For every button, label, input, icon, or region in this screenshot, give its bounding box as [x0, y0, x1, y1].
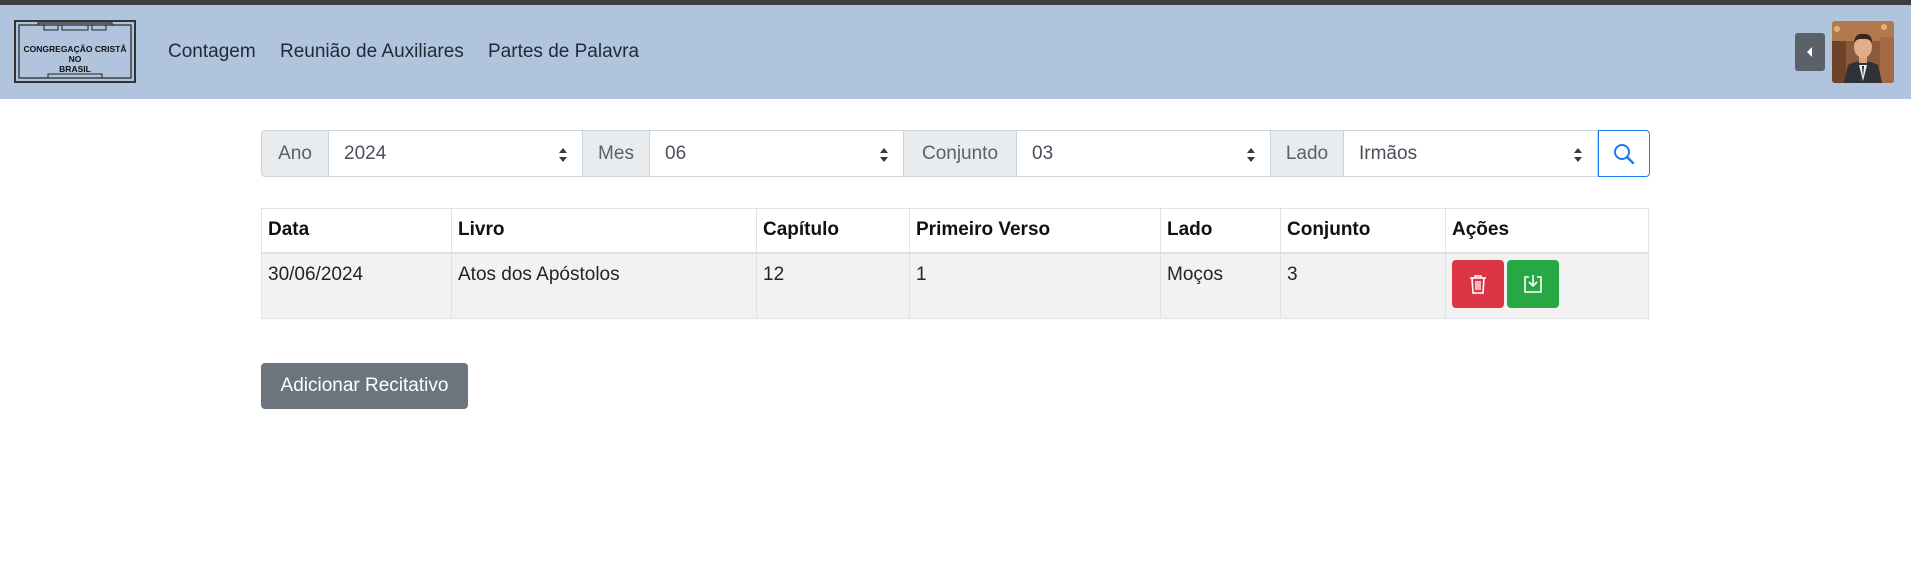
- col-header-data: Data: [261, 208, 452, 254]
- search-icon: [1614, 143, 1635, 164]
- conjunto-select-value: 03: [1032, 142, 1054, 164]
- logo[interactable]: CONGREGAÇÃO CRISTÃ NO BRASIL: [14, 20, 136, 83]
- lado-select-value: Irmãos: [1359, 142, 1418, 164]
- mes-select[interactable]: 06: [650, 130, 904, 177]
- filter-mes: Mes 06: [583, 130, 904, 177]
- recitativos-table: Data Livro Capítulo Primeiro Verso Lado …: [261, 208, 1649, 319]
- logo-line-3: BRASIL: [59, 63, 91, 74]
- filter-lado-label: Lado: [1271, 130, 1344, 177]
- select-caret-icon: [1574, 148, 1582, 162]
- select-caret-icon: [1247, 148, 1255, 162]
- filter-mes-label: Mes: [583, 130, 650, 177]
- cell-acoes: [1445, 252, 1649, 319]
- filter-ano: Ano 2024: [261, 130, 583, 177]
- table-header-row: Data Livro Capítulo Primeiro Verso Lado …: [261, 208, 1649, 254]
- cell-capitulo: 12: [756, 252, 910, 319]
- filter-conjunto: Conjunto 03: [904, 130, 1271, 177]
- cell-data: 30/06/2024: [261, 252, 452, 319]
- nav-link-reuniao-auxiliares[interactable]: Reunião de Auxiliares: [280, 41, 464, 63]
- download-button[interactable]: [1507, 259, 1559, 308]
- cell-conjunto: 3: [1280, 252, 1446, 319]
- navbar: CONGREGAÇÃO CRISTÃ NO BRASIL Contagem Re…: [0, 5, 1911, 99]
- col-header-conjunto: Conjunto: [1280, 208, 1446, 254]
- col-header-capitulo: Capítulo: [756, 208, 910, 254]
- filter-conjunto-label: Conjunto: [904, 130, 1017, 177]
- mes-select-value: 06: [665, 142, 687, 164]
- search-button[interactable]: [1598, 130, 1650, 177]
- logo-line-2: NO: [68, 53, 82, 64]
- col-header-lado: Lado: [1160, 208, 1281, 254]
- ano-select-value: 2024: [344, 142, 387, 164]
- avatar[interactable]: [1832, 21, 1894, 83]
- conjunto-select[interactable]: 03: [1017, 130, 1271, 177]
- cell-primeiro-verso: 1: [909, 252, 1161, 319]
- select-caret-icon: [880, 148, 888, 162]
- cell-livro: Atos dos Apóstolos: [451, 252, 757, 319]
- nav-link-partes-palavra[interactable]: Partes de Palavra: [488, 41, 639, 63]
- nav-link-contagem[interactable]: Contagem: [168, 41, 256, 63]
- delete-button[interactable]: [1452, 259, 1504, 308]
- cell-lado: Moços: [1160, 252, 1281, 319]
- download-icon: [1524, 274, 1542, 293]
- user-photo: [1832, 21, 1894, 83]
- filter-ano-label: Ano: [261, 130, 329, 177]
- filter-lado: Lado Irmãos: [1271, 130, 1598, 177]
- ano-select[interactable]: 2024: [329, 130, 583, 177]
- col-header-acoes: Ações: [1445, 208, 1649, 254]
- col-header-livro: Livro: [451, 208, 757, 254]
- col-header-primeiro-verso: Primeiro Verso: [909, 208, 1161, 254]
- trash-icon: [1470, 274, 1486, 294]
- lado-select[interactable]: Irmãos: [1344, 130, 1598, 177]
- add-recitativo-button[interactable]: Adicionar Recitativo: [261, 363, 468, 409]
- logo-text: CONGREGAÇÃO CRISTÃ NO BRASIL: [20, 44, 130, 74]
- select-caret-icon: [559, 148, 567, 162]
- sidebar-toggle-button[interactable]: [1795, 33, 1825, 71]
- table-row: 30/06/2024 Atos dos Apóstolos 12 1 Moços…: [261, 252, 1649, 319]
- logo-line-1: CONGREGAÇÃO CRISTÃ: [23, 43, 127, 54]
- filter-bar: Ano 2024 Mes 06 Conjunto 03 Lado Irmãos: [261, 130, 1650, 177]
- caret-left-icon: [1807, 47, 1812, 57]
